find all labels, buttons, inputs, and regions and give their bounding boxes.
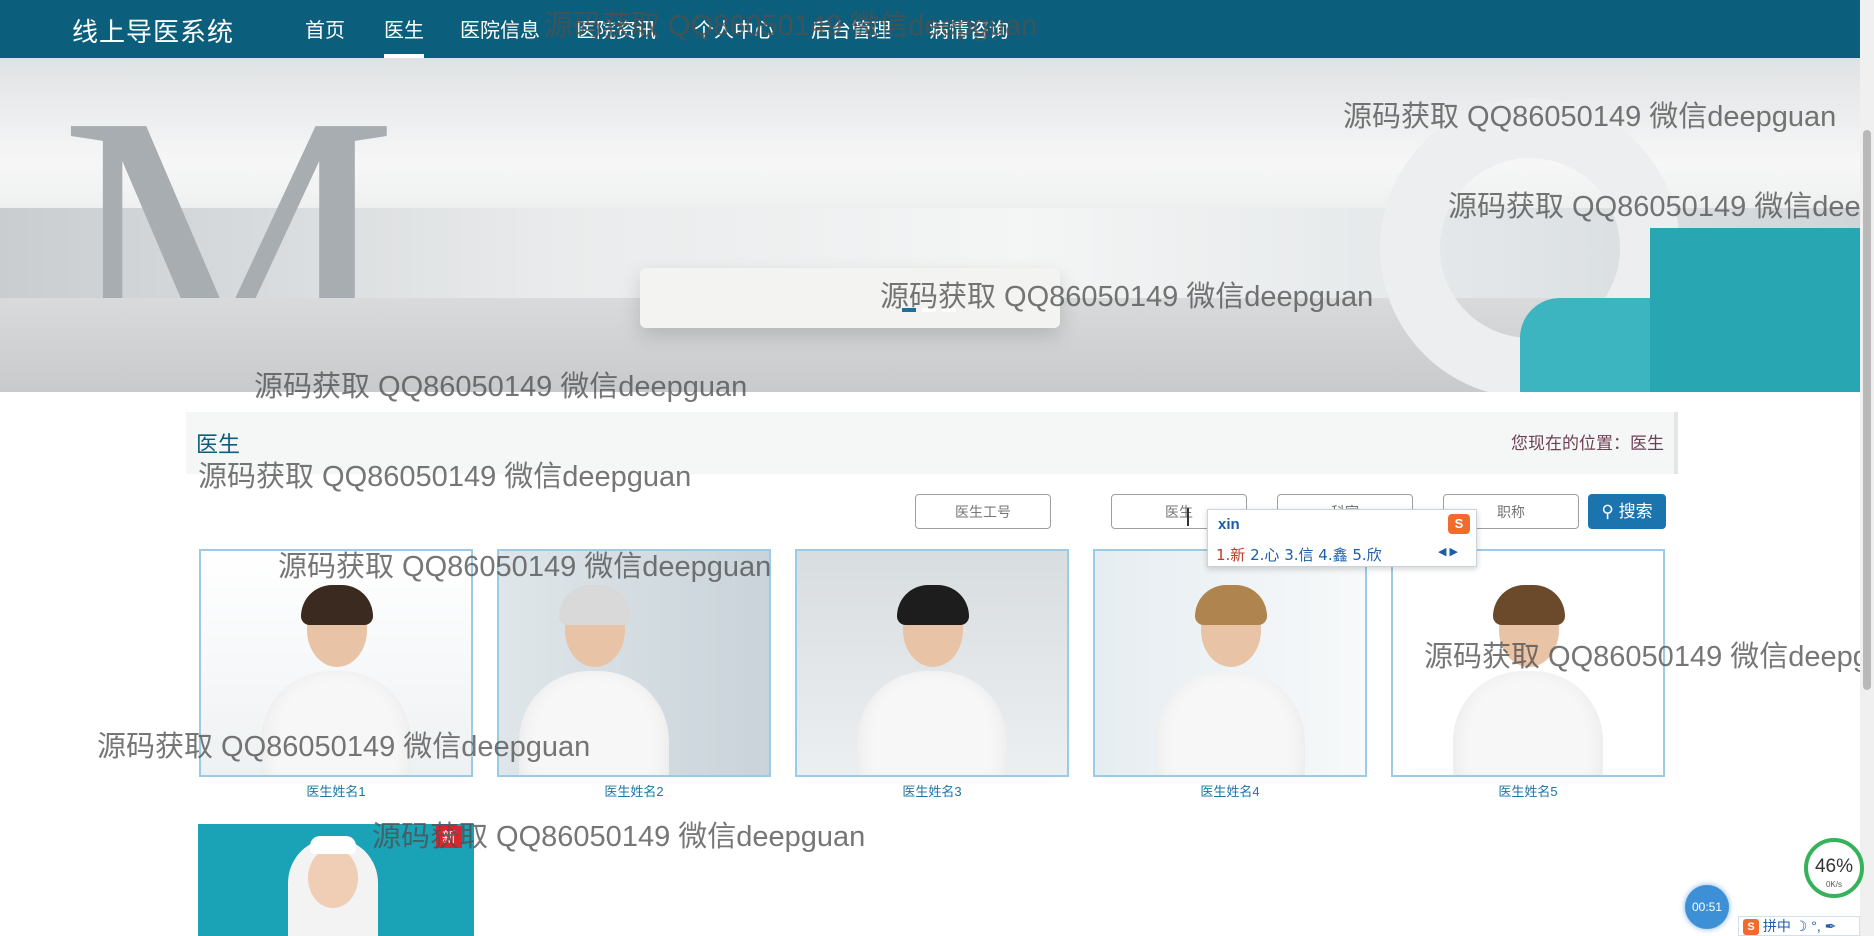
ime-moon-icon: ☽	[1794, 918, 1808, 934]
nav-hospital-info[interactable]: 医院信息	[460, 14, 540, 58]
speed-rate: 0K/s	[1825, 880, 1842, 889]
section-header: 医生 您现在的位置：医生	[186, 412, 1678, 474]
section-title: 医生	[196, 432, 241, 457]
banner-teal-wall	[1650, 228, 1860, 392]
nav-admin[interactable]: 后台管理	[811, 14, 891, 58]
ime-candidate-5[interactable]: 5.欣	[1352, 546, 1381, 564]
ime-punct-icon: °,	[1811, 918, 1821, 934]
text-cursor-icon	[1187, 508, 1189, 526]
nav-consultation[interactable]: 病情咨询	[929, 14, 1009, 58]
site-brand[interactable]: 线上导医系统	[72, 12, 234, 49]
ime-candidate-1[interactable]: 1.新	[1216, 546, 1245, 564]
ime-candidate-3[interactable]: 3.信	[1284, 546, 1313, 564]
ime-status-text: 拼中	[1762, 918, 1791, 934]
doctor-card-6[interactable]: 新	[198, 824, 474, 936]
search-button-label: 搜索	[1618, 502, 1653, 521]
recording-timer[interactable]: 00:51	[1685, 885, 1729, 929]
nav-doctor[interactable]: 医生	[384, 14, 424, 58]
doctor-face-6	[308, 848, 358, 908]
banner-teal-panel	[1520, 298, 1650, 392]
ime-candidate-4[interactable]: 4.鑫	[1318, 546, 1347, 564]
ime-status-bar[interactable]: S 拼中 ☽ °, ✒	[1738, 916, 1860, 936]
doctor-card-4[interactable]	[1093, 549, 1367, 777]
doctor-name-5[interactable]: 医生姓名5	[1391, 781, 1665, 800]
ime-tools-icon: ✒	[1824, 918, 1837, 934]
doctor-card-1[interactable]	[199, 549, 473, 777]
banner-bed	[640, 268, 1060, 328]
doctor-card-3[interactable]	[795, 549, 1069, 777]
scrollbar-thumb[interactable]	[1863, 130, 1871, 690]
speed-percent: 46%	[1814, 856, 1854, 877]
carousel-dot-2[interactable]	[922, 308, 936, 312]
nav-home[interactable]: 首页	[305, 14, 345, 58]
carousel-dot-3[interactable]	[942, 308, 956, 312]
top-navbar: 线上导医系统 首页 医生 医院信息 医院资讯 个人中心 后台管理 病情咨询	[0, 0, 1860, 58]
doctor-name-2[interactable]: 医生姓名2	[497, 781, 771, 800]
nurse-cap-icon	[310, 836, 356, 854]
ime-page-arrows-icon[interactable]: ◀ ▶	[1438, 545, 1458, 558]
ime-candidate-2[interactable]: 2.心	[1250, 546, 1279, 564]
doctor-card-2[interactable]	[497, 549, 771, 777]
doctor-name-4[interactable]: 医生姓名4	[1093, 781, 1367, 800]
sogou-status-icon: S	[1743, 919, 1759, 936]
nav-personal-center[interactable]: 个人中心	[694, 14, 774, 58]
new-badge: 新	[436, 826, 462, 848]
doctor-name-3[interactable]: 医生姓名3	[795, 781, 1069, 800]
doctor-id-field[interactable]	[915, 494, 1051, 529]
banner-carousel[interactable]: M	[0, 58, 1860, 392]
doctor-id-input[interactable]	[916, 495, 1050, 528]
network-speed-widget[interactable]: 46% 0K/s	[1804, 838, 1864, 898]
ime-candidates: 1.新 2.心 3.信 4.鑫 5.欣	[1216, 544, 1382, 565]
search-button[interactable]: ⚲ 搜索	[1588, 494, 1666, 529]
sogou-logo-icon: S	[1448, 514, 1470, 534]
carousel-dot-1[interactable]	[902, 308, 916, 312]
ime-composition: xin	[1218, 516, 1240, 533]
breadcrumb: 您现在的位置：医生	[1511, 434, 1664, 453]
nav-hospital-news[interactable]: 医院资讯	[576, 14, 656, 58]
carousel-indicators	[902, 308, 956, 312]
doctor-name-1[interactable]: 医生姓名1	[199, 781, 473, 800]
search-icon: ⚲	[1601, 502, 1614, 521]
vertical-scrollbar[interactable]	[1860, 0, 1874, 936]
doctor-card-5[interactable]	[1391, 549, 1665, 777]
ime-candidate-popup[interactable]: xin S 1.新 2.心 3.信 4.鑫 5.欣 ◀ ▶	[1207, 509, 1477, 567]
